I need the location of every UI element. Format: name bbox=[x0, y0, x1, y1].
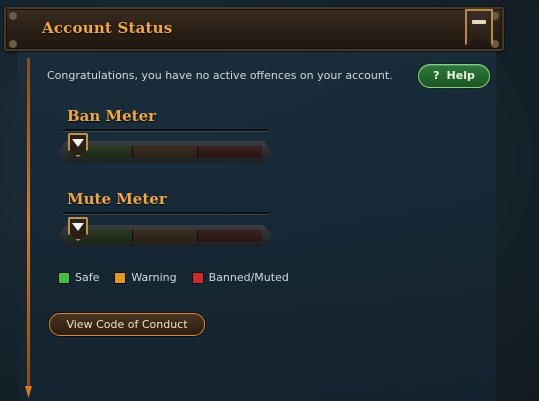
banned-swatch bbox=[191, 271, 204, 284]
ban-meter-warning-segment bbox=[133, 146, 198, 158]
mute-meter bbox=[58, 217, 272, 247]
ban-meter-banned-segment bbox=[198, 146, 262, 158]
warning-swatch bbox=[114, 271, 127, 284]
mute-meter-muted-segment bbox=[198, 230, 262, 242]
legend-item-banned: Banned/Muted bbox=[191, 271, 289, 284]
minus-icon bbox=[472, 20, 486, 24]
pointer-arrow-icon bbox=[72, 223, 84, 231]
ban-meter-label: Ban Meter bbox=[67, 107, 157, 125]
legend-item-warning: Warning bbox=[114, 271, 177, 284]
header-title: Account Status bbox=[42, 19, 173, 37]
mute-meter-warning-segment bbox=[133, 230, 198, 242]
view-code-of-conduct-button[interactable]: View Code of Conduct bbox=[49, 313, 205, 336]
panel-side-rule bbox=[27, 58, 30, 388]
ban-meter bbox=[58, 133, 272, 163]
help-button-label: Help bbox=[446, 69, 475, 82]
meter-legend: Safe Warning Banned/Muted bbox=[58, 271, 289, 284]
legend-label: Safe bbox=[75, 271, 100, 284]
question-icon: ? bbox=[433, 69, 440, 82]
mute-meter-label: Mute Meter bbox=[67, 190, 167, 208]
pointer-arrow-icon bbox=[72, 139, 84, 147]
status-message: Congratulations, you have no active offe… bbox=[47, 69, 393, 82]
account-status-header: Account Status bbox=[4, 7, 504, 51]
legend-item-safe: Safe bbox=[58, 271, 99, 284]
legend-label: Banned/Muted bbox=[208, 271, 289, 284]
safe-swatch bbox=[58, 271, 70, 284]
mute-meter-rule bbox=[63, 212, 268, 215]
ban-meter-track bbox=[68, 146, 262, 158]
account-status-page: Account Status Congratulations, you have… bbox=[0, 0, 539, 401]
help-button[interactable]: ? Help bbox=[418, 64, 490, 88]
legend-label: Warning bbox=[131, 271, 177, 284]
mute-meter-track bbox=[68, 230, 262, 242]
ban-meter-rule bbox=[63, 129, 268, 132]
